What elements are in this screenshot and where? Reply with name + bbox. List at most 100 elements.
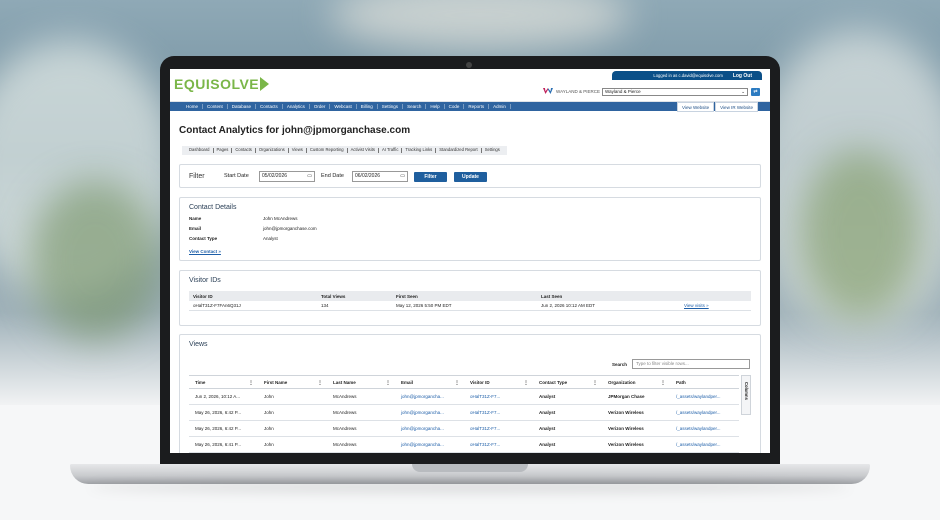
nav-item[interactable]: Help xyxy=(426,104,445,109)
nav-item[interactable]: Billing xyxy=(357,104,378,109)
visitor-id-link[interactable]: oHalT31Z-F7... xyxy=(464,426,533,431)
logo-text: EQUISOLVE xyxy=(174,76,260,92)
app-window: EQUISOLVE Logged in as c.david@equisolve… xyxy=(170,69,770,453)
end-date-value: 06/02/2026 xyxy=(355,173,381,179)
name-label: Name xyxy=(189,216,202,221)
column-header-label: Last Name xyxy=(333,379,356,385)
column-menu-icon[interactable]: ⋮ xyxy=(660,380,666,385)
visitor-id-link[interactable]: oHalT31Z-F7... xyxy=(464,442,533,447)
column-header[interactable]: Visitor ID ⋮ xyxy=(464,380,533,385)
column-menu-icon[interactable]: ⋮ xyxy=(523,380,529,385)
column-header[interactable]: Contact Type ⋮ xyxy=(533,380,602,385)
column-header[interactable]: Path xyxy=(670,380,739,385)
subnav-item[interactable]: Organizations xyxy=(256,148,289,153)
table-cell: 134 xyxy=(321,303,329,308)
table-row: May 26, 2026, 6:42 P... John McAndrews john… xyxy=(189,421,739,437)
subnav-item[interactable]: Activist Visits xyxy=(348,148,379,153)
columns-tab-label: Columns xyxy=(744,382,749,400)
subnav-item[interactable]: AI Traffic xyxy=(379,148,403,153)
nav-item[interactable]: Database xyxy=(228,104,257,109)
table-cell: John xyxy=(264,410,274,415)
subnav-item[interactable]: Dashboard xyxy=(186,148,214,153)
nav-item[interactable]: Reports xyxy=(464,104,490,109)
nav-item[interactable]: Code xyxy=(445,104,465,109)
column-header[interactable]: Time ⋮ xyxy=(189,380,258,385)
subnav-item[interactable]: Custom Reporting xyxy=(307,148,348,153)
view-ir-website-button[interactable]: View IR Website xyxy=(715,102,758,112)
columns-panel-toggle[interactable]: Columns xyxy=(741,375,751,415)
view-website-button[interactable]: View Website xyxy=(677,102,715,112)
nav-item[interactable]: Content xyxy=(203,104,228,109)
end-date-input[interactable]: 06/02/2026 ▭ xyxy=(352,171,408,182)
views-table: Time ⋮ First Name ⋮ Last Name ⋮ Email ⋮ Visitor … xyxy=(189,375,739,453)
nav-item[interactable]: Search xyxy=(403,104,427,109)
visitor-id-link[interactable]: oHalT31Z-F7... xyxy=(464,394,533,399)
filter-button[interactable]: Filter xyxy=(414,172,447,182)
table-row: oHalT31Z-F7FAn6Q31J 134 May 12, 2026 5:50 … xyxy=(189,301,751,311)
subnav-item[interactable]: Standardized Report xyxy=(436,148,482,153)
column-header[interactable]: Organization ⋮ xyxy=(602,380,670,385)
camera-icon xyxy=(466,62,472,68)
contact-type-label: Contact Type xyxy=(189,236,218,241)
client-select[interactable]: Wayland & Pierce ⌄ xyxy=(602,88,748,96)
laptop-screen: EQUISOLVE Logged in as c.david@equisolve… xyxy=(170,69,770,453)
equisolve-logo[interactable]: EQUISOLVE xyxy=(174,76,270,92)
nav-item[interactable]: Settings xyxy=(378,104,404,109)
start-date-label: Start Date xyxy=(224,173,249,179)
column-menu-icon[interactable]: ⋮ xyxy=(385,380,391,385)
table-cell: Analyst xyxy=(539,442,556,447)
path-link[interactable]: /_assets/waylandper... xyxy=(670,410,739,415)
path-link[interactable]: /_assets/waylandper... xyxy=(670,394,739,399)
column-header-label: Email xyxy=(401,379,414,385)
column-menu-icon[interactable]: ⋮ xyxy=(454,380,460,385)
table-cell: Jun 2, 2026 10:12 AM EDT xyxy=(541,303,596,308)
email-link[interactable]: john@jpmorgancha... xyxy=(395,410,464,415)
column-menu-icon[interactable]: ⋮ xyxy=(248,380,254,385)
column-menu-icon[interactable]: ⋮ xyxy=(592,380,598,385)
user-bar: Logged in as c.david@equisolve.com Log O… xyxy=(612,71,762,80)
column-header: Last Seen xyxy=(541,293,563,299)
nav-item[interactable]: Contacts xyxy=(256,104,283,109)
start-date-value: 05/02/2026 xyxy=(262,173,288,179)
column-header[interactable]: Last Name ⋮ xyxy=(327,380,395,385)
start-date-input[interactable]: 05/02/2026 ▭ xyxy=(259,171,315,182)
nav-item[interactable]: Order xyxy=(310,104,331,109)
email-link[interactable]: john@jpmorgancha... xyxy=(395,426,464,431)
column-header[interactable]: Email ⋮ xyxy=(395,380,464,385)
logged-in-text: Logged in as c.david@equisolve.com xyxy=(653,73,723,78)
table-cell: McAndrews xyxy=(333,394,357,399)
table-cell: John xyxy=(264,394,274,399)
subnav-item[interactable]: Contacts xyxy=(232,148,256,153)
nav-item[interactable]: Admin xyxy=(489,104,511,109)
email-link[interactable]: john@jpmorgancha... xyxy=(395,394,464,399)
column-header-label: First Name xyxy=(264,379,288,385)
calendar-icon[interactable]: ▭ xyxy=(307,172,312,181)
logout-link[interactable]: Log Out xyxy=(733,73,752,79)
subnav-item[interactable]: Tracking Links xyxy=(402,148,437,153)
analytics-subnav: Dashboard Pages Contacts Organizations Views… xyxy=(182,146,507,155)
table-cell: JPMorgan Chase xyxy=(608,394,645,399)
email-link[interactable]: john@jpmorgancha... xyxy=(395,442,464,447)
path-link[interactable]: /_assets/waylandper... xyxy=(670,426,739,431)
visitor-id-link[interactable]: oHalT31Z-F7... xyxy=(464,410,533,415)
view-visits-link[interactable]: View visits » xyxy=(680,303,751,308)
subnav-item[interactable]: Views xyxy=(289,148,307,153)
table-cell: John xyxy=(264,442,274,447)
nav-item[interactable]: Webcast xyxy=(330,104,357,109)
column-menu-icon[interactable]: ⋮ xyxy=(317,380,323,385)
refresh-arrow-icon[interactable]: ⇄ xyxy=(751,88,760,96)
subnav-item[interactable]: Pages xyxy=(214,148,233,153)
search-input[interactable]: Type to filter visible rows... xyxy=(632,359,750,369)
contact-type-value: Analyst xyxy=(263,236,278,241)
calendar-icon[interactable]: ▭ xyxy=(400,172,405,181)
column-header[interactable]: First Name ⋮ xyxy=(258,380,327,385)
nav-item[interactable]: Analytics xyxy=(283,104,310,109)
view-contact-link[interactable]: View Contact » xyxy=(189,249,221,254)
table-row: May 26, 2026, 6:41 P... John McAndrews john… xyxy=(189,437,739,453)
subnav-item[interactable]: Settings xyxy=(482,148,503,152)
path-link[interactable]: /_assets/waylandper... xyxy=(670,442,739,447)
email-value: john@jpmorganchase.com xyxy=(263,226,317,231)
column-header-label: Path xyxy=(676,379,686,385)
update-button[interactable]: Update xyxy=(454,172,487,182)
nav-item[interactable]: Home xyxy=(182,104,204,109)
